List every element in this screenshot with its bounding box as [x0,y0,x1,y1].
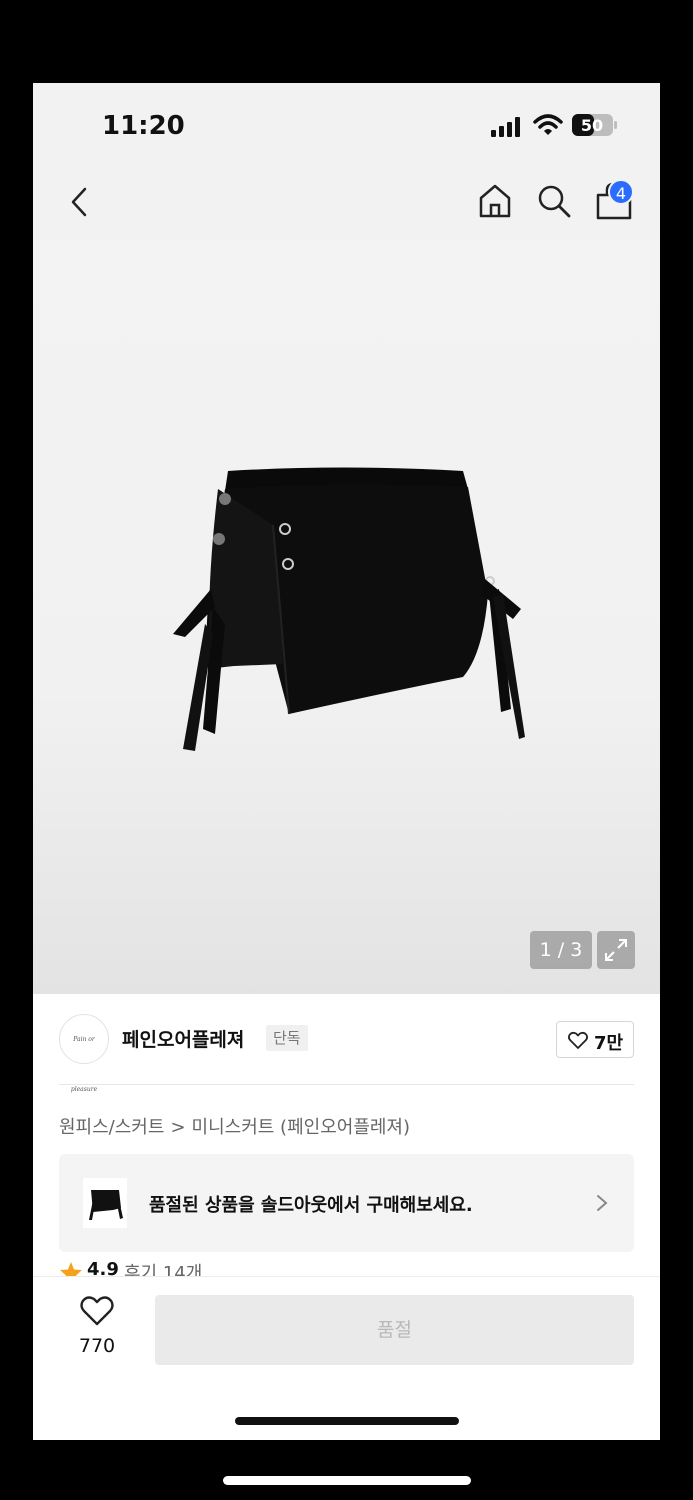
brand-name[interactable]: 페인오어플레져 [122,1025,244,1052]
wishlist-button[interactable]: 770 [69,1295,125,1371]
breadcrumb-category[interactable]: 원피스/스커트 [59,1117,164,1138]
breadcrumb-subcategory[interactable]: 미니스커트 (페인오어플레져) [192,1117,411,1138]
divider [59,1084,634,1085]
search-icon[interactable] [536,183,572,219]
cart-count-badge: 4 [608,179,634,205]
home-icon[interactable] [477,183,513,219]
wishlist-count: 770 [78,1335,116,1357]
phone-screen: 11:20 50 4 1 / 3 Pain or pleasure 페인오어플레… [33,83,660,1440]
heart-outline-icon [80,1296,114,1326]
image-counter: 1 / 3 [530,931,592,969]
top-nav-bar: 4 [33,163,660,239]
chevron-right-icon [597,1195,608,1211]
product-image-gallery[interactable]: 1 / 3 [33,239,660,994]
battery-level: 50 [581,116,603,135]
expand-icon[interactable] [597,931,635,969]
soldout-banner[interactable]: 품절된 상품을 솔드아웃에서 구매해보세요. [59,1154,634,1252]
brand-like-count: 7만 [594,1033,624,1054]
buy-button-soldout[interactable]: 품절 [155,1295,634,1365]
brand-logo[interactable]: Pain or pleasure [59,1014,109,1093]
heart-icon [568,1031,588,1049]
wifi-icon [533,114,563,135]
home-indicator [235,1417,459,1425]
outer-home-indicator [223,1476,471,1485]
back-arrow-icon[interactable] [67,185,91,219]
soldout-banner-text: 품절된 상품을 솔드아웃에서 구매해보세요. [149,1195,473,1216]
status-bar: 11:20 50 [33,83,660,163]
cellular-signal-icon [491,117,520,137]
exclusive-badge: 단독 [266,1025,308,1051]
breadcrumb-separator: > [170,1117,186,1138]
banner-thumbnail [83,1178,127,1228]
brand-row[interactable]: Pain or pleasure 페인오어플레져 단독 7만 [59,1014,634,1093]
bottom-action-bar: 770 품절 [33,1276,660,1440]
breadcrumb: 원피스/스커트 > 미니스커트 (페인오어플레져) [59,1113,410,1139]
battery-icon: 50 [572,114,617,136]
brand-like-button[interactable]: 7만 [556,1021,634,1058]
product-image-skirt [173,467,525,751]
status-time: 11:20 [102,111,185,141]
